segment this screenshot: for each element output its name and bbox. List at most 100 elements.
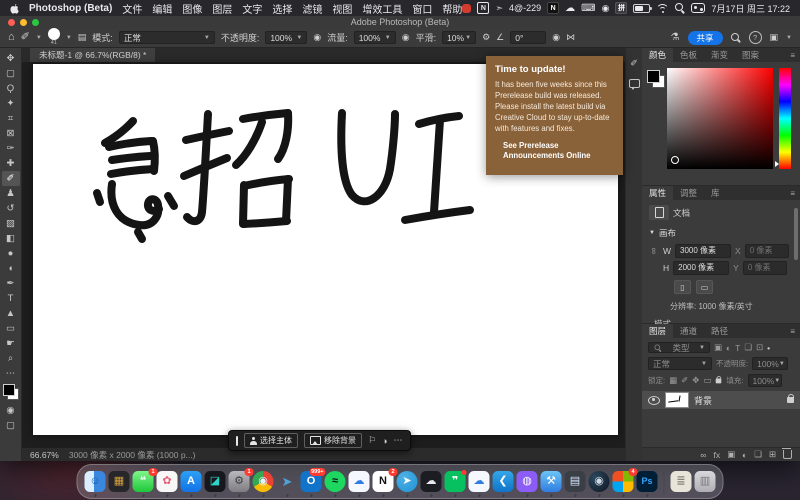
crop-tool[interactable]: ⌗ bbox=[2, 111, 20, 126]
cloud-sync-icon[interactable]: ☁ bbox=[565, 3, 575, 14]
dock-app-store[interactable]: A bbox=[181, 471, 202, 492]
opacity-select[interactable]: 100%▼ bbox=[265, 31, 307, 44]
tab-color[interactable]: 颜色 bbox=[642, 48, 673, 62]
add-layer-mask-icon[interactable]: ▣ bbox=[727, 449, 735, 460]
layer-blend-mode-select[interactable]: 正常▼ bbox=[648, 357, 712, 370]
dock-photos[interactable]: ✿ bbox=[157, 471, 178, 492]
layer-fill-select[interactable]: 100%▼ bbox=[748, 374, 782, 387]
hue-slider[interactable] bbox=[779, 68, 791, 169]
menu-help[interactable]: 帮助 bbox=[442, 1, 462, 16]
layer-styles-icon[interactable]: fx bbox=[713, 450, 720, 460]
new-adjustment-layer-icon[interactable]: ◐ bbox=[742, 450, 747, 460]
brush-settings-panel-icon[interactable]: ✐ bbox=[630, 58, 638, 69]
dock-trash[interactable]: ▥ bbox=[695, 471, 716, 492]
hand-tool[interactable]: ☛ bbox=[2, 336, 20, 351]
layer-name[interactable]: 背景 bbox=[694, 394, 712, 407]
smoothing-select[interactable]: 10%▼ bbox=[442, 31, 476, 44]
healing-brush-tool[interactable]: ✚ bbox=[2, 156, 20, 171]
width-input[interactable]: 3000 像素 bbox=[675, 244, 731, 258]
smoothing-gear-icon[interactable]: ⚙ bbox=[482, 33, 490, 42]
tab-paths[interactable]: 路径 bbox=[704, 324, 735, 338]
menu-image[interactable]: 图像 bbox=[182, 1, 202, 16]
landscape-orientation-button[interactable]: ▭ bbox=[696, 280, 713, 294]
menubar-app-name[interactable]: Photoshop (Beta) bbox=[29, 3, 112, 14]
menu-file[interactable]: 文件 bbox=[122, 1, 142, 16]
history-brush-tool[interactable]: ↺ bbox=[2, 201, 20, 216]
notes-outline-icon[interactable]: N bbox=[477, 2, 489, 14]
dock-cloud-dark-app[interactable]: ☁ bbox=[421, 471, 442, 492]
dock-vscode[interactable]: ❮ bbox=[493, 471, 514, 492]
height-input[interactable]: 2000 像素 bbox=[673, 261, 729, 275]
filter-adjustment-layers-icon[interactable]: ◐ bbox=[726, 343, 731, 353]
dock-telegram[interactable]: ➤ bbox=[397, 471, 418, 492]
dock-wechat[interactable]: ❞ bbox=[445, 471, 466, 492]
foreground-background-swatches[interactable] bbox=[3, 384, 19, 400]
clone-stamp-tool[interactable]: ♟ bbox=[2, 186, 20, 201]
layer-thumbnail[interactable] bbox=[665, 392, 689, 408]
panel-menu-icon[interactable]: ≡ bbox=[790, 327, 795, 336]
eyedropper-tool[interactable]: ✑ bbox=[2, 141, 20, 156]
share-button[interactable]: 共享 bbox=[688, 31, 723, 45]
tab-properties[interactable]: 属性 bbox=[642, 186, 673, 200]
control-center-icon[interactable] bbox=[691, 3, 705, 13]
tab-gradients[interactable]: 渐变 bbox=[704, 48, 735, 62]
color-field-cursor[interactable] bbox=[671, 156, 679, 164]
filter-shape-layers-icon[interactable]: ❏ bbox=[744, 342, 752, 353]
dock-chrome[interactable]: ◉ bbox=[253, 471, 274, 492]
menu-window[interactable]: 窗口 bbox=[412, 1, 432, 16]
dodge-tool[interactable]: ◖ bbox=[2, 261, 20, 276]
lasso-tool[interactable]: Ϙ bbox=[2, 81, 20, 96]
blend-mode-select[interactable]: 正常▼ bbox=[119, 31, 215, 44]
pressure-size-icon[interactable]: ◉ bbox=[552, 33, 560, 42]
edit-toolbar-button[interactable]: ⋯ bbox=[2, 366, 20, 381]
filter-toggle-icon[interactable]: • bbox=[767, 343, 770, 353]
eraser-tool[interactable]: ▨ bbox=[2, 216, 20, 231]
zoom-tool[interactable]: ⌕ bbox=[2, 351, 20, 366]
lock-position-icon[interactable]: ✥ bbox=[692, 375, 699, 386]
battery-icon[interactable] bbox=[633, 4, 650, 13]
magic-wand-tool[interactable]: ✦ bbox=[2, 96, 20, 111]
tab-layers[interactable]: 图层 bbox=[642, 324, 673, 338]
tab-adjustments[interactable]: 调整 bbox=[673, 186, 704, 200]
link-dimensions-icon[interactable]: ∞ bbox=[649, 246, 659, 256]
red-menubar-app-icon[interactable] bbox=[462, 4, 471, 13]
dock-downloads-folder[interactable]: ≣ bbox=[671, 471, 692, 492]
airbrush-icon[interactable]: ◉ bbox=[402, 33, 410, 42]
remove-background-button[interactable]: 移除背景 bbox=[304, 433, 362, 448]
spotlight-search-icon[interactable] bbox=[675, 3, 685, 13]
panel-menu-icon[interactable]: ≡ bbox=[790, 189, 795, 198]
menu-type[interactable]: 文字 bbox=[242, 1, 262, 16]
dock-github-desktop[interactable]: ◍ bbox=[517, 471, 538, 492]
dock-cloud-drive[interactable]: ☁ bbox=[349, 471, 370, 492]
layer-lock-icon[interactable] bbox=[787, 397, 794, 403]
dock-system-settings[interactable]: ⚙1 bbox=[229, 471, 250, 492]
menu-view[interactable]: 视图 bbox=[332, 1, 352, 16]
toggle-brush-panel-icon[interactable]: ▤ bbox=[78, 33, 87, 42]
filter-type-layers-icon[interactable]: T bbox=[735, 343, 740, 353]
portrait-orientation-button[interactable]: ▯ bbox=[674, 280, 691, 294]
comments-panel-icon[interactable] bbox=[629, 79, 640, 88]
panel-scrollbar[interactable] bbox=[794, 208, 798, 260]
dock-steam[interactable]: ◉ bbox=[589, 471, 610, 492]
select-subject-button[interactable]: 选择主体 bbox=[244, 433, 298, 448]
dock-remote-screens[interactable]: ▤ bbox=[565, 471, 586, 492]
layer-opacity-select[interactable]: 100%▼ bbox=[752, 357, 788, 370]
lock-all-icon[interactable] bbox=[716, 378, 722, 382]
layer-visibility-eye-icon[interactable] bbox=[648, 396, 660, 405]
dock-photoshop[interactable]: Ps bbox=[637, 471, 658, 492]
layer-row-background[interactable]: 背景 bbox=[642, 391, 800, 409]
notification-link[interactable]: See Prerelease Announcements Online bbox=[503, 141, 614, 162]
dock-finder[interactable]: ☺ bbox=[85, 471, 106, 492]
tab-channels[interactable]: 通道 bbox=[673, 324, 704, 338]
lock-image-pixels-icon[interactable]: ✐ bbox=[681, 375, 688, 386]
color-mini-swatches[interactable] bbox=[647, 70, 665, 88]
beta-flask-icon[interactable]: ⚗ bbox=[671, 33, 680, 43]
shape-tool[interactable]: ▭ bbox=[2, 321, 20, 336]
dock-spotify[interactable]: ≈ bbox=[325, 471, 346, 492]
zoom-level[interactable]: 66.67% bbox=[30, 450, 59, 460]
gradient-tool[interactable]: ◧ bbox=[2, 231, 20, 246]
taskbar-drag-handle[interactable] bbox=[236, 436, 238, 446]
wifi-icon[interactable] bbox=[656, 3, 669, 13]
section-collapse-chevron[interactable]: ▼ bbox=[649, 230, 655, 236]
dock-xcode[interactable]: ⚒ bbox=[541, 471, 562, 492]
